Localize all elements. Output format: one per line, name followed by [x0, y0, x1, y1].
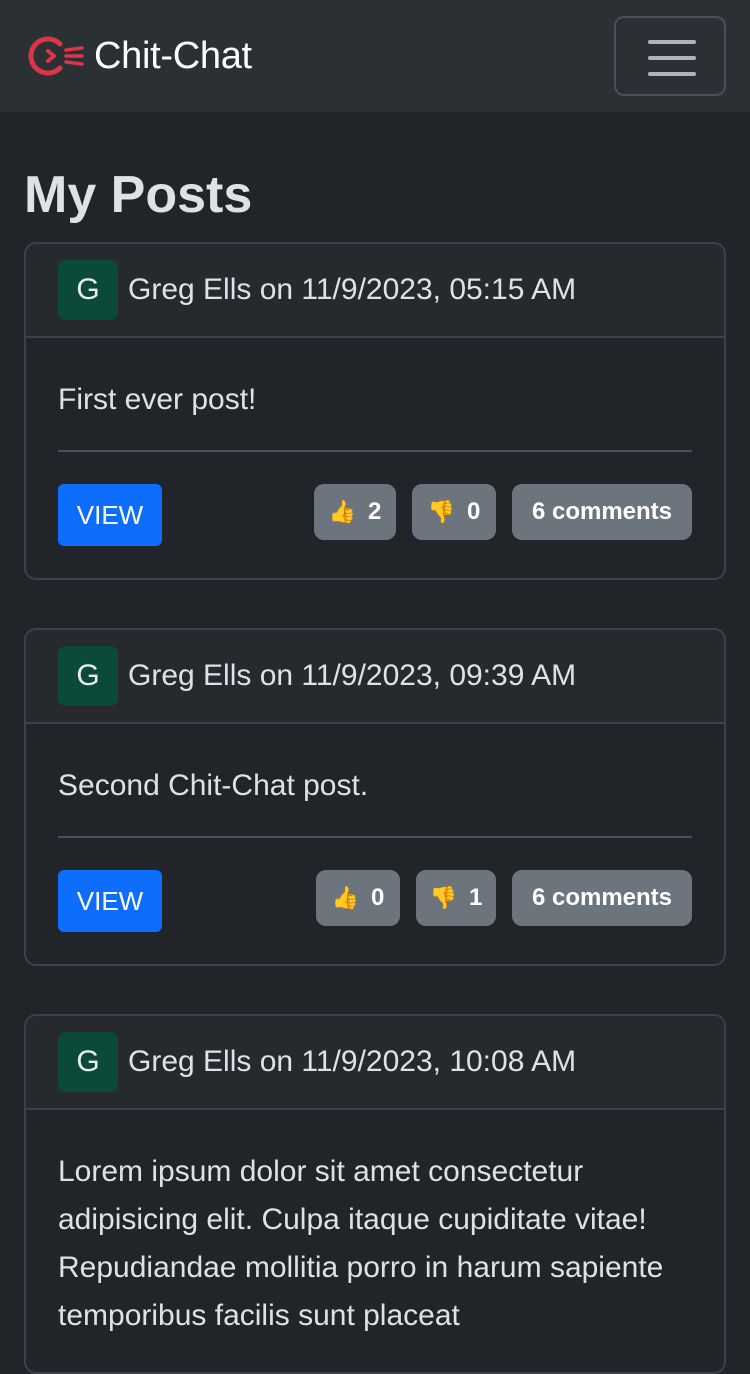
post-body: Lorem ipsum dolor sit amet consectetur a…: [58, 1155, 664, 1332]
post-header: G Greg Ells on 11/9/2023, 05:15 AM: [26, 244, 724, 338]
hamburger-menu-icon: [648, 40, 696, 44]
navbar: Chit-Chat: [0, 0, 750, 112]
divider: [58, 450, 692, 452]
thumbs-down-icon: 👎: [427, 499, 456, 524]
post-author-line: Greg Ells on 11/9/2023, 10:08 AM: [128, 1045, 577, 1078]
post-card: G Greg Ells on 11/9/2023, 05:15 AM First…: [24, 242, 726, 580]
dislike-badge[interactable]: 👎 0: [412, 484, 496, 540]
like-count: 2: [368, 498, 382, 525]
comments-badge[interactable]: 6 comments: [512, 484, 692, 540]
post-author-line: Greg Ells on 11/9/2023, 05:15 AM: [128, 273, 577, 306]
dislike-count: 1: [469, 884, 483, 911]
thumbs-up-icon: 👍: [331, 885, 360, 910]
comments-badge[interactable]: 6 comments: [512, 870, 692, 926]
divider: [58, 836, 692, 838]
hamburger-menu-icon-line: [648, 56, 696, 60]
thumbs-up-icon: 👍: [328, 499, 357, 524]
like-count: 0: [371, 884, 385, 911]
dislike-badge[interactable]: 👎 1: [416, 870, 496, 926]
view-post-button[interactable]: VIEW: [58, 870, 162, 932]
brand-link[interactable]: Chit-Chat: [24, 30, 252, 82]
avatar: G: [58, 260, 118, 320]
brand-name[interactable]: Chit-Chat: [94, 35, 252, 78]
chat-mouth-icon: [28, 36, 84, 76]
like-badge[interactable]: 👍 0: [316, 870, 400, 926]
navbar-toggle-button[interactable]: [614, 16, 726, 96]
post-author-line: Greg Ells on 11/9/2023, 09:39 AM: [128, 659, 577, 692]
avatar: G: [58, 646, 118, 706]
post-body: First ever post!: [58, 383, 257, 416]
post-body: Second Chit-Chat post.: [58, 769, 369, 802]
post-card: G Greg Ells on 11/9/2023, 10:08 AM Lorem…: [24, 1014, 726, 1374]
post-card: G Greg Ells on 11/9/2023, 09:39 AM Secon…: [24, 628, 726, 966]
post-header: G Greg Ells on 11/9/2023, 09:39 AM: [26, 630, 724, 724]
like-badge[interactable]: 👍 2: [314, 484, 396, 540]
post-header: G Greg Ells on 11/9/2023, 10:08 AM: [26, 1016, 724, 1110]
dislike-count: 0: [467, 498, 481, 525]
hamburger-menu-icon-line: [648, 72, 696, 76]
view-post-button[interactable]: VIEW: [58, 484, 162, 546]
avatar: G: [58, 1032, 118, 1092]
page-title: My Posts: [24, 166, 253, 224]
thumbs-down-icon: 👎: [429, 885, 458, 910]
